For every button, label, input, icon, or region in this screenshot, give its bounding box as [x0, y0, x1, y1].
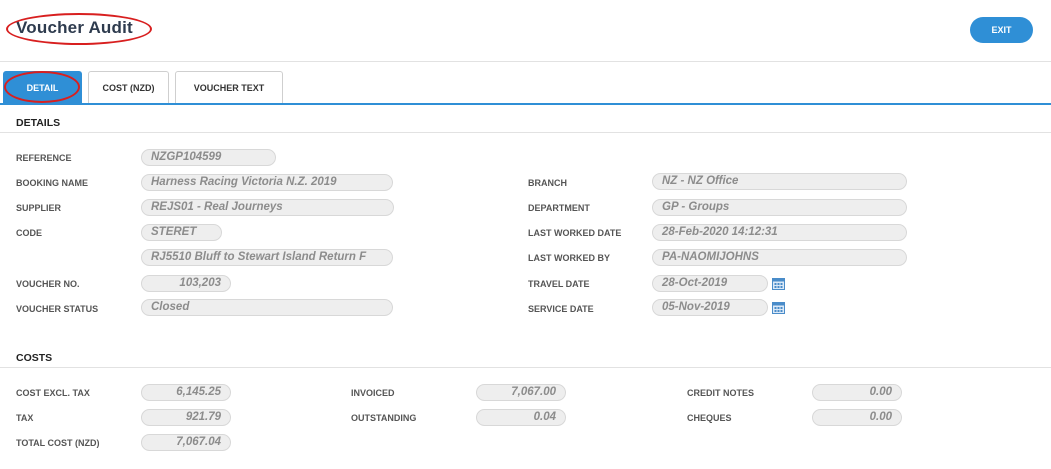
tab-cost[interactable]: COST (NZD)	[88, 71, 169, 104]
last-worked-by-field: PA-NAOMIJOHNS	[652, 249, 907, 266]
voucher-status-field: Closed	[141, 299, 393, 316]
service-date-field: 05-Nov-2019	[652, 299, 768, 316]
branch-label: BRANCH	[528, 178, 567, 188]
service-date-label: SERVICE DATE	[528, 304, 594, 314]
credit-notes-field: 0.00	[812, 384, 902, 401]
invoiced-label: INVOICED	[351, 388, 395, 398]
outstanding-label: OUTSTANDING	[351, 413, 417, 423]
cost-excl-tax-label: COST EXCL. TAX	[16, 388, 90, 398]
branch-field: NZ - NZ Office	[652, 173, 907, 190]
tax-label: TAX	[16, 413, 34, 423]
last-worked-by-label: LAST WORKED BY	[528, 253, 610, 263]
tax-field: 921.79	[141, 409, 231, 426]
cheques-field: 0.00	[812, 409, 902, 426]
code-description-field: RJ5510 Bluff to Stewart Island Return F	[141, 249, 393, 266]
cost-excl-tax-field: 6,145.25	[141, 384, 231, 401]
exit-button[interactable]: EXIT	[970, 17, 1033, 43]
calendar-icon[interactable]	[772, 277, 785, 290]
tab-underline	[0, 103, 1051, 105]
voucher-no-field: 103,203	[141, 275, 231, 292]
reference-field: NZGP104599	[141, 149, 276, 166]
last-worked-date-field: 28-Feb-2020 14:12:31	[652, 224, 907, 241]
last-worked-date-label: LAST WORKED DATE	[528, 228, 622, 238]
calendar-icon[interactable]	[772, 301, 785, 314]
travel-date-field: 28-Oct-2019	[652, 275, 768, 292]
department-label: DEPARTMENT	[528, 203, 590, 213]
code-label: CODE	[16, 228, 43, 238]
supplier-field: REJS01 - Real Journeys	[141, 199, 394, 216]
cheques-label: CHEQUES	[687, 413, 732, 423]
details-divider	[0, 132, 1051, 133]
supplier-label: SUPPLIER	[16, 203, 62, 213]
voucher-status-label: VOUCHER STATUS	[16, 304, 99, 314]
tab-highlight-annotation	[4, 71, 80, 103]
outstanding-field: 0.04	[476, 409, 566, 426]
code-field: STERET	[141, 224, 222, 241]
booking-name-label: BOOKING NAME	[16, 178, 88, 188]
tab-voucher-text[interactable]: VOUCHER TEXT	[175, 71, 283, 104]
costs-heading: COSTS	[16, 352, 53, 364]
department-field: GP - Groups	[652, 199, 907, 216]
details-heading: DETAILS	[16, 117, 61, 129]
total-cost-label: TOTAL COST (NZD)	[16, 438, 100, 448]
reference-label: REFERENCE	[16, 153, 72, 163]
total-cost-field: 7,067.04	[141, 434, 231, 451]
header-divider	[0, 61, 1051, 62]
credit-notes-label: CREDIT NOTES	[687, 388, 755, 398]
booking-name-field: Harness Racing Victoria N.Z. 2019	[141, 174, 393, 191]
title-highlight-annotation	[6, 13, 152, 45]
costs-divider	[0, 367, 1051, 368]
invoiced-field: 7,067.00	[476, 384, 566, 401]
voucher-no-label: VOUCHER NO.	[16, 279, 80, 289]
travel-date-label: TRAVEL DATE	[528, 279, 590, 289]
